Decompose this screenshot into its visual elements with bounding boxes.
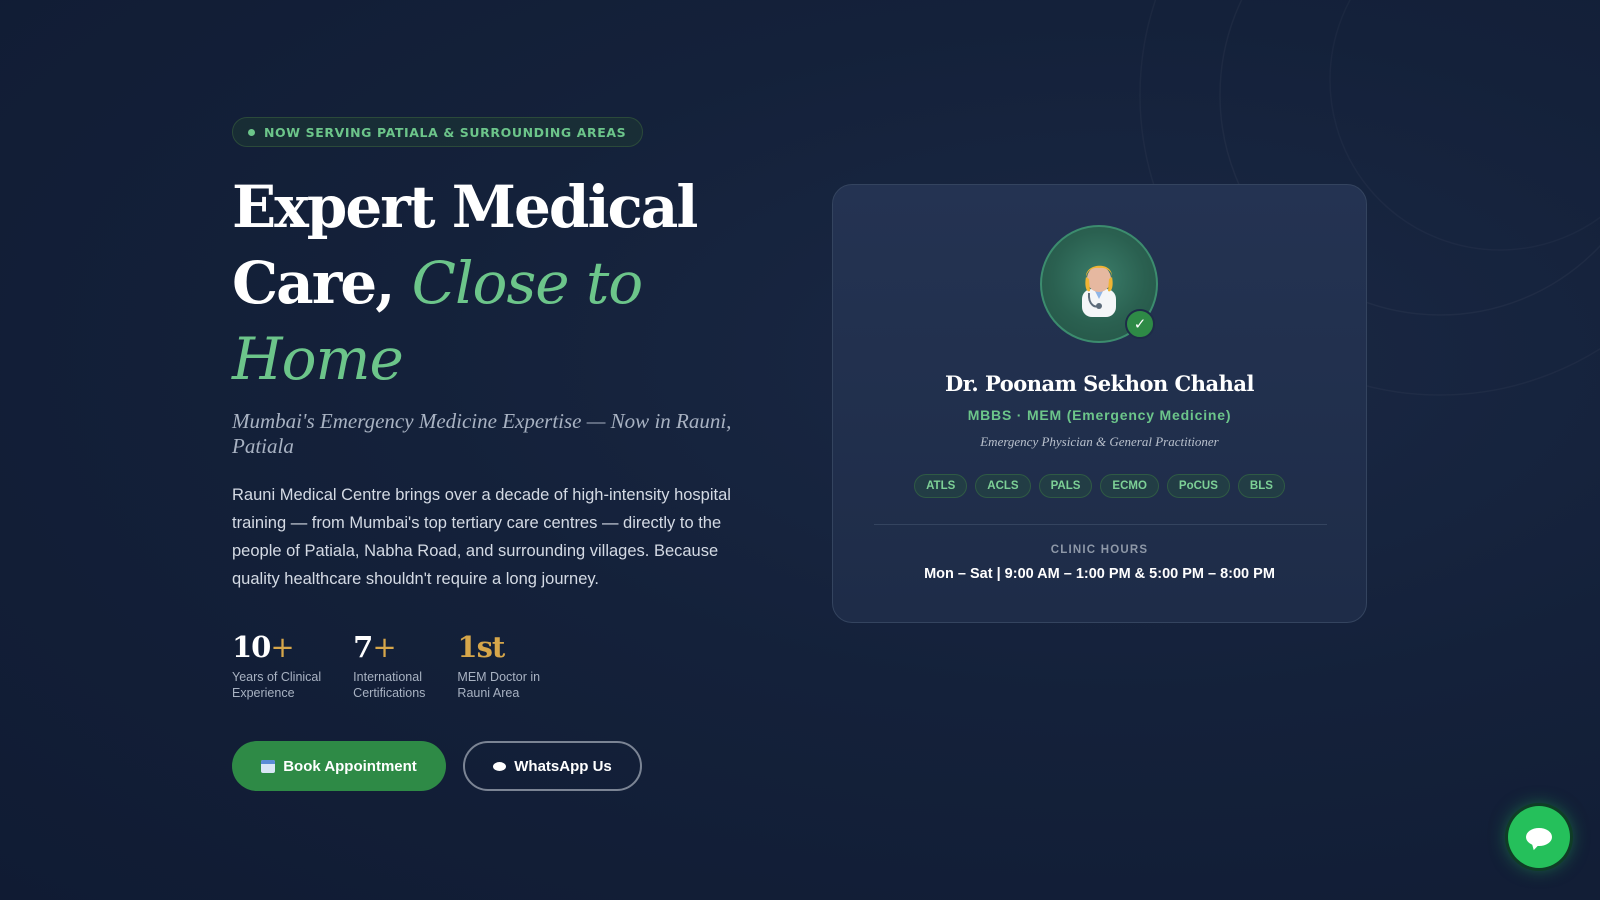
- hero-section: NOW SERVING PATIALA & SURROUNDING AREAS …: [232, 117, 792, 791]
- doctor-name: Dr. Poonam Sekhon Chahal: [945, 371, 1255, 396]
- cert-tag-acls: ACLS: [975, 474, 1031, 498]
- hero-description: Rauni Medical Centre brings over a decad…: [232, 486, 731, 588]
- stat-experience: 10+ Years of Clinical Experience: [232, 631, 321, 701]
- stat-number: 1st: [457, 630, 505, 664]
- stat-certifications: 7+ International Certifications: [353, 631, 425, 701]
- avatar: ✓: [1040, 225, 1158, 343]
- certification-tags: ATLS ACLS PALS ECMO PoCUS BLS: [833, 474, 1366, 498]
- headline-line-1: Expert Medical: [232, 173, 698, 241]
- verified-checkmark-icon: ✓: [1125, 309, 1155, 339]
- cert-tag-atls: ATLS: [914, 474, 968, 498]
- doctor-profile-card: ✓ Dr. Poonam Sekhon Chahal MBBS · MEM (E…: [832, 184, 1367, 623]
- status-dot-icon: [248, 128, 255, 136]
- stat-number: 7+: [353, 630, 397, 664]
- stats-row: 10+ Years of Clinical Experience 7+ Inte…: [232, 631, 792, 701]
- whatsapp-label: WhatsApp Us: [514, 757, 612, 775]
- stat-number: 10+: [232, 630, 295, 664]
- headline-line-2: Care,: [232, 249, 395, 317]
- chat-bubble-icon: [493, 761, 507, 771]
- cert-tag-pals: PALS: [1038, 474, 1093, 498]
- floating-chat-button[interactable]: [1508, 806, 1570, 868]
- service-area-badge: NOW SERVING PATIALA & SURROUNDING AREAS: [232, 117, 644, 147]
- stat-label: International Certifications: [353, 670, 426, 700]
- chat-bubble-icon: [1526, 828, 1552, 846]
- stat-first-mem: 1st MEM Doctor in Rauni Area: [457, 631, 540, 701]
- stat-label: MEM Doctor in Rauni Area: [457, 670, 541, 700]
- cert-tag-pocus: PoCUS: [1166, 474, 1230, 498]
- whatsapp-button[interactable]: WhatsApp Us: [463, 741, 642, 791]
- card-divider: [874, 524, 1327, 525]
- stat-label: Years of Clinical Experience: [232, 670, 322, 700]
- doctor-role: Emergency Physician & General Practition…: [980, 434, 1219, 449]
- badge-label: NOW SERVING PATIALA & SURROUNDING AREAS: [264, 124, 627, 140]
- page-title: Expert Medical Care, Close to Home: [232, 169, 792, 397]
- cert-tag-bls: BLS: [1237, 474, 1285, 498]
- doctor-qualifications: MBBS · MEM (Emergency Medicine): [967, 407, 1232, 423]
- hero-subtitle: Mumbai's Emergency Medicine Expertise — …: [232, 409, 732, 458]
- clinic-hours-value: Mon – Sat | 9:00 AM – 1:00 PM & 5:00 PM …: [924, 566, 1275, 582]
- book-appointment-button[interactable]: Book Appointment: [232, 741, 446, 791]
- clinic-hours-label: CLINIC HOURS: [1050, 544, 1149, 556]
- cta-row: Book Appointment WhatsApp Us: [232, 741, 792, 791]
- cert-tag-ecmo: ECMO: [1100, 474, 1159, 498]
- book-appointment-label: Book Appointment: [283, 757, 417, 775]
- calendar-icon: [261, 759, 276, 773]
